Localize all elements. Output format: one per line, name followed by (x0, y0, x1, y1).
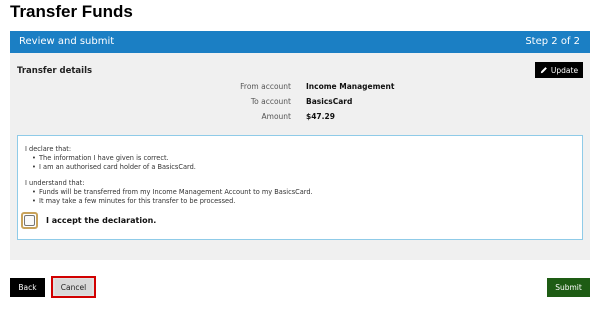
panel-header-title: Review and submit (19, 36, 115, 47)
accept-declaration-label[interactable]: I accept the declaration. (46, 216, 156, 225)
amount-value: $47.29 (306, 112, 335, 121)
back-button[interactable]: Back (10, 278, 45, 297)
declare-point: The information I have given is correct. (32, 154, 169, 162)
submit-button[interactable]: Submit (547, 278, 590, 297)
from-account-value: Income Management (306, 82, 395, 91)
understand-intro: I understand that: (25, 179, 85, 187)
from-account-label: From account (240, 82, 291, 91)
review-panel: Review and submit Step 2 of 2 Transfer d… (10, 31, 590, 260)
understand-point: It may take a few minutes for this trans… (32, 197, 235, 205)
checkbox-box (24, 215, 35, 226)
detail-row-from: From account Income Management (10, 82, 590, 92)
declaration-box: I declare that: The information I have g… (17, 135, 583, 240)
accept-declaration-checkbox[interactable] (21, 212, 38, 229)
page-title: Transfer Funds (10, 2, 133, 21)
declare-point: I am an authorised card holder of a Basi… (32, 163, 196, 171)
panel-header: Review and submit Step 2 of 2 (10, 31, 590, 53)
cancel-button[interactable]: Cancel (51, 276, 96, 298)
update-button-label: Update (550, 65, 579, 75)
amount-label: Amount (261, 112, 291, 121)
cancel-button-label: Cancel (55, 279, 92, 295)
pencil-icon (540, 67, 547, 74)
detail-row-amount: Amount $47.29 (10, 112, 590, 122)
update-button[interactable]: Update (535, 62, 583, 78)
step-indicator: Step 2 of 2 (525, 36, 580, 47)
detail-row-to: To account BasicsCard (10, 97, 590, 107)
to-account-label: To account (250, 97, 291, 106)
to-account-value: BasicsCard (306, 97, 353, 106)
transfer-details-heading: Transfer details (17, 66, 93, 76)
understand-point: Funds will be transferred from my Income… (32, 188, 313, 196)
declare-intro: I declare that: (25, 145, 72, 153)
